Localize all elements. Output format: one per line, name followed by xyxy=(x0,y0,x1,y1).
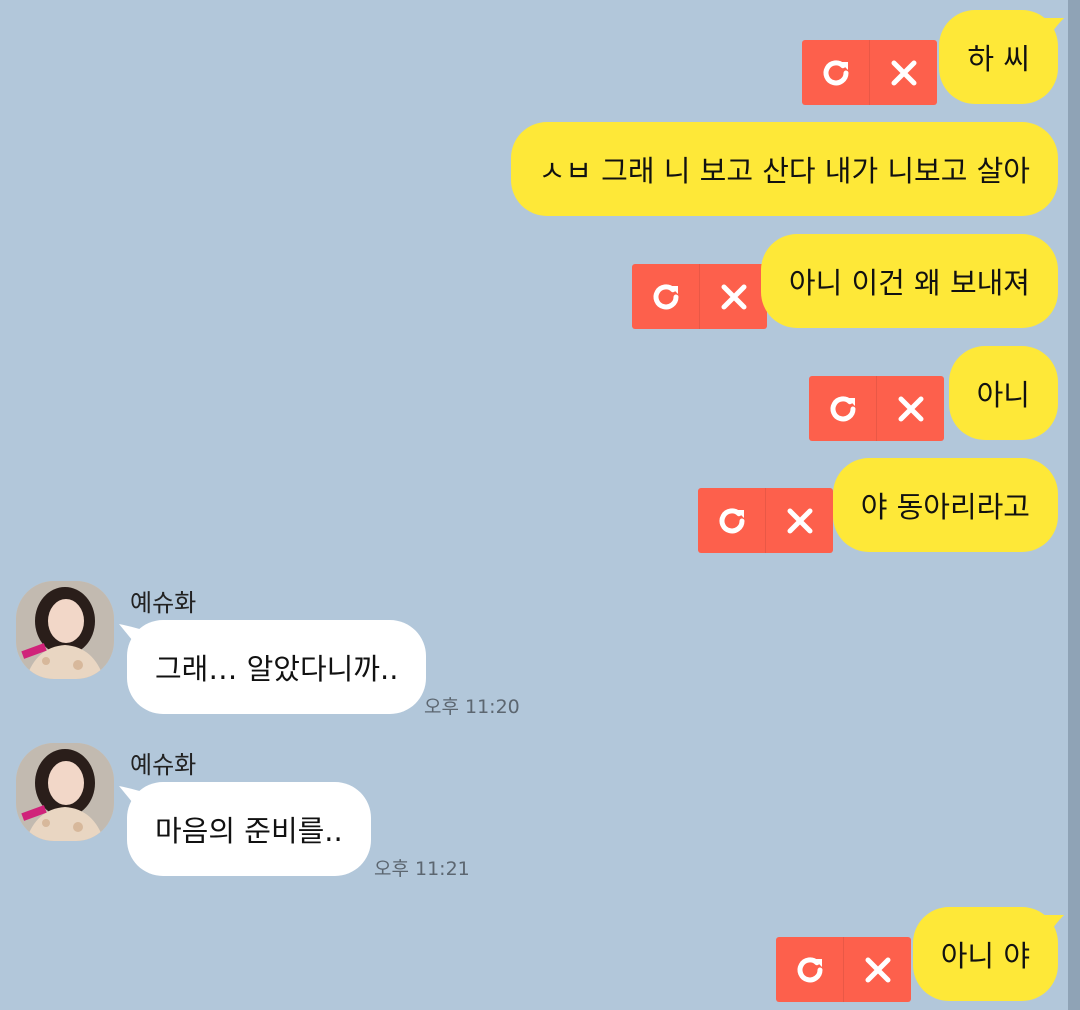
resend-button[interactable] xyxy=(802,40,869,105)
resend-button[interactable] xyxy=(809,376,876,441)
message-text: 아니 야 xyxy=(940,939,1030,973)
close-icon xyxy=(787,508,812,533)
received-message-bubble[interactable]: 마음의 준비를.. xyxy=(119,782,371,876)
delete-button[interactable] xyxy=(844,937,911,1002)
message-text: ㅅㅂ 그래 니 보고 산다 내가 니보고 살아 xyxy=(538,154,1030,188)
bubble-tail xyxy=(119,786,143,808)
close-icon xyxy=(891,60,916,85)
delete-button[interactable] xyxy=(766,488,833,553)
received-message-bubble[interactable]: 그래… 알았다니까.. xyxy=(119,620,427,714)
bubble-tail xyxy=(1042,915,1064,935)
sent-message-bubble[interactable]: 하 씨 xyxy=(939,10,1064,104)
failed-send-actions xyxy=(802,40,937,105)
resend-icon xyxy=(719,507,744,533)
message-text: 하 씨 xyxy=(967,42,1030,76)
bubble-tail xyxy=(1042,18,1064,38)
chat-room: 하 씨 ㅅㅂ 그래 니 보고 산다 내가 니보고 살아 아니 이건 왜 보내져 xyxy=(0,0,1080,1010)
message-text: 그래… 알았다니까.. xyxy=(155,652,399,686)
sent-message-bubble[interactable]: 아니 이건 왜 보내져 xyxy=(760,234,1058,328)
avatar[interactable] xyxy=(16,743,114,841)
failed-send-actions xyxy=(809,376,944,441)
failed-send-actions xyxy=(632,264,767,329)
resend-icon xyxy=(823,59,848,85)
message-timestamp: 오후 11:20 xyxy=(424,696,520,718)
message-text: 마음의 준비를.. xyxy=(155,814,343,848)
resend-icon xyxy=(830,395,855,421)
sender-name: 예슈화 xyxy=(130,589,197,617)
resend-icon xyxy=(653,283,678,309)
message-text: 아니 이건 왜 보내져 xyxy=(788,266,1030,300)
resend-icon xyxy=(797,956,822,982)
close-icon xyxy=(721,284,746,309)
close-icon xyxy=(865,957,890,982)
avatar[interactable] xyxy=(16,581,114,679)
delete-button[interactable] xyxy=(700,264,767,329)
message-timestamp: 오후 11:21 xyxy=(374,858,470,880)
profile-photo xyxy=(16,581,114,679)
sent-message-bubble[interactable]: ㅅㅂ 그래 니 보고 산다 내가 니보고 살아 xyxy=(510,122,1058,216)
close-icon xyxy=(898,396,923,421)
scrollbar[interactable] xyxy=(1068,0,1080,1010)
sent-message-bubble[interactable]: 아니 야 xyxy=(912,907,1064,1001)
failed-send-actions xyxy=(776,937,911,1002)
message-text: 야 동아리라고 xyxy=(860,490,1030,524)
sent-message-bubble[interactable]: 야 동아리라고 xyxy=(832,458,1058,552)
sent-message-bubble[interactable]: 아니 xyxy=(948,346,1058,440)
resend-button[interactable] xyxy=(776,937,843,1002)
failed-send-actions xyxy=(698,488,833,553)
delete-button[interactable] xyxy=(877,376,944,441)
delete-button[interactable] xyxy=(870,40,937,105)
resend-button[interactable] xyxy=(698,488,765,553)
sender-name: 예슈화 xyxy=(130,751,197,779)
message-text: 아니 xyxy=(976,378,1030,412)
bubble-tail xyxy=(119,624,143,646)
resend-button[interactable] xyxy=(632,264,699,329)
profile-photo xyxy=(16,743,114,841)
